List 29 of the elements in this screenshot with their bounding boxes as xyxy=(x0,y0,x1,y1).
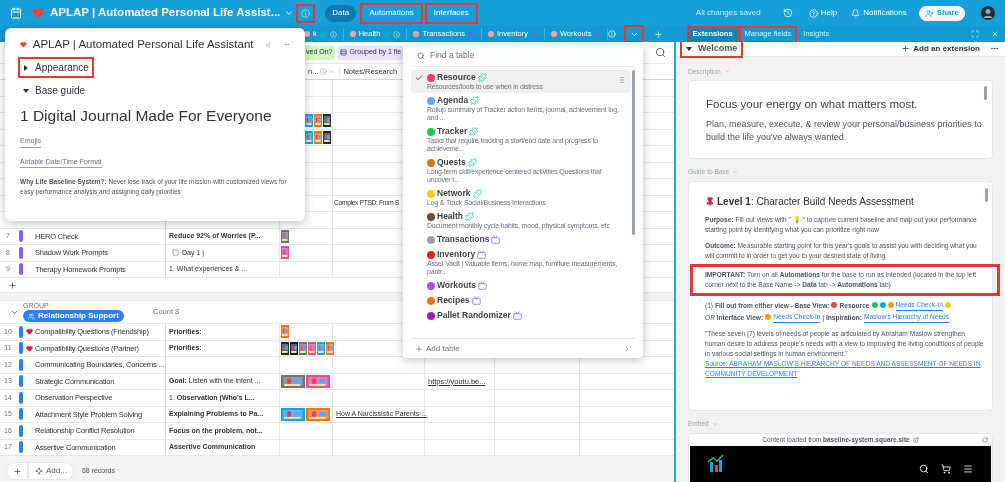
table-name: Workouts xyxy=(437,280,477,291)
base-title: APLAP | Automated Personal Life Assistant xyxy=(32,37,254,52)
guide-heading: 1 Digital Journal Made For Everyone xyxy=(20,106,273,127)
table-name: Network xyxy=(437,188,471,199)
table-menu-item[interactable]: Recipes xyxy=(411,293,630,308)
description-body: Plan, measure, execute, & review your personal/business priorities to build the life you've always wanted. xyxy=(706,117,983,144)
table-name: Quests xyxy=(437,157,466,168)
guide-heading: Level 1: Character Build Needs Assessment xyxy=(717,195,914,209)
section-toggle[interactable]: Base guide xyxy=(20,82,89,100)
group-pill: Relationship Support xyxy=(23,310,124,322)
section-toggle[interactable]: Welcome xyxy=(682,42,742,56)
table-name: Agenda xyxy=(437,95,469,106)
description-title: Focus your energy on what matters most. xyxy=(706,97,919,113)
save-status: All changes saved xyxy=(695,7,761,19)
add-extension-button[interactable]: Add an extension xyxy=(901,42,980,55)
search-field[interactable]: Find a table xyxy=(430,49,629,62)
table-name: Tracker xyxy=(437,126,468,137)
table-name: Pallet Randomizer xyxy=(437,310,511,321)
table-name: Resource xyxy=(437,72,476,83)
table-name: Recipes xyxy=(437,295,470,306)
table-menu-item[interactable]: Pallet Randomizer xyxy=(411,308,630,323)
nav-tab[interactable]: Data xyxy=(325,4,357,22)
add-table-button[interactable]: Add table xyxy=(415,342,460,355)
table-name: Transactions xyxy=(437,234,490,245)
table-menu-item[interactable]: Transactions xyxy=(411,232,630,247)
table-name: Health xyxy=(437,211,463,222)
table-name: Inventory xyxy=(437,249,476,260)
section-toggle[interactable]: Appearance xyxy=(20,59,92,77)
add-with-ai-button[interactable]: Add... xyxy=(28,462,74,480)
